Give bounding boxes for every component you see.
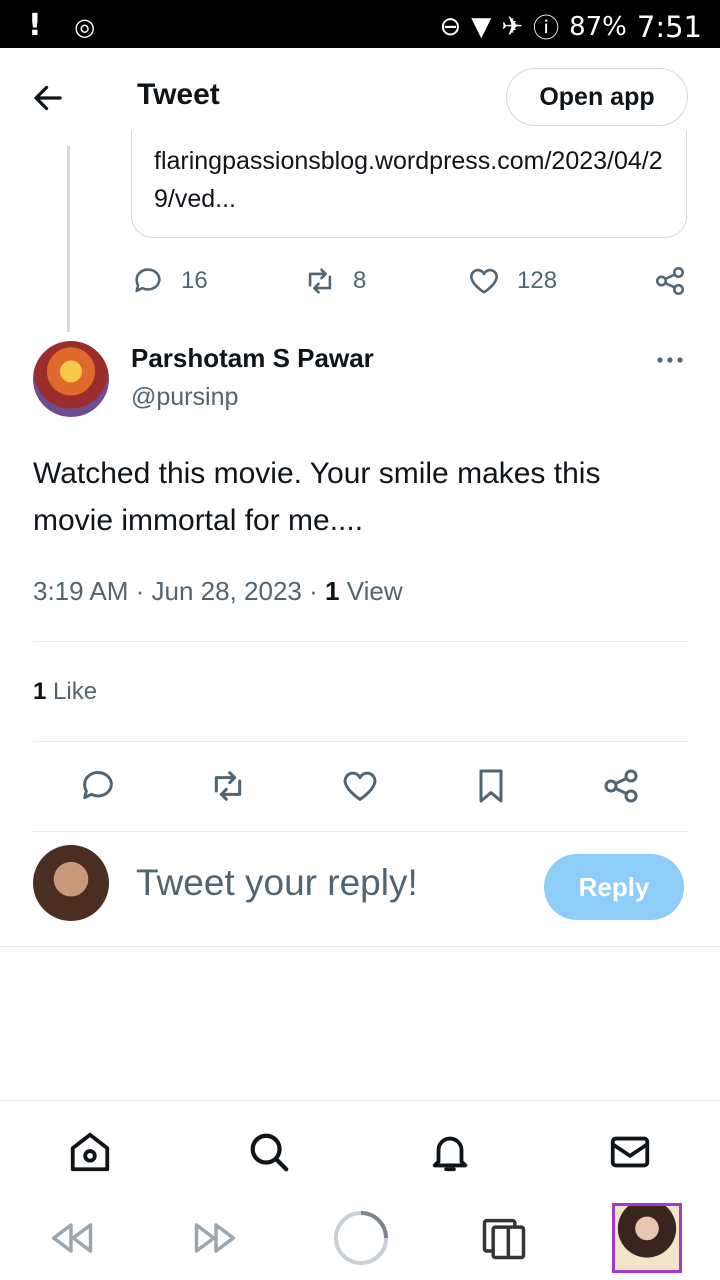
home-icon[interactable] [67, 1129, 113, 1175]
share-icon[interactable] [601, 766, 641, 806]
author-avatar[interactable] [33, 341, 109, 417]
page-title: Tweet [137, 78, 220, 111]
tweet-time[interactable]: 3:19 AM [33, 576, 128, 606]
author-name[interactable]: Parshotam S Pawar [131, 343, 374, 374]
parent-share-action[interactable] [653, 264, 687, 298]
heart-icon[interactable] [340, 766, 380, 806]
heart-icon [470, 268, 498, 294]
current-user-avatar [33, 845, 109, 921]
divider [33, 641, 688, 642]
retweet-icon[interactable] [208, 766, 248, 806]
airplane-icon: ✈ [501, 11, 524, 42]
likes-count: 1 [33, 678, 47, 705]
notification-icon: ! [28, 8, 42, 43]
reply-icon[interactable] [78, 766, 118, 806]
retweet-icon [308, 268, 332, 294]
search-icon[interactable] [246, 1129, 292, 1175]
reply-icon [135, 268, 161, 293]
parent-reply-action[interactable]: 16 [131, 264, 208, 298]
wifi-icon: ▼ [471, 11, 492, 42]
bottom-navigation [0, 1100, 720, 1201]
clock: 7:51 [636, 9, 702, 44]
view-count: 1 [325, 576, 340, 606]
media-icon: ◎ [74, 13, 96, 41]
loading-circle-icon[interactable] [331, 1208, 391, 1268]
browser-toolbar [0, 1200, 720, 1280]
reply-count: 16 [181, 267, 208, 294]
parent-retweet-action[interactable]: 8 [303, 264, 366, 298]
parent-like-action[interactable]: 128 [467, 264, 557, 298]
fast-forward-icon[interactable] [190, 1212, 242, 1264]
messages-icon[interactable] [607, 1129, 653, 1175]
meta-separator: · [135, 576, 152, 606]
tweet-actions-bar [33, 760, 688, 816]
thread-connector-line [67, 146, 70, 332]
open-app-button[interactable]: Open app [506, 68, 688, 126]
battery-saver-icon: ⓘ [533, 14, 560, 44]
back-arrow-icon[interactable] [30, 80, 66, 116]
tweet-text: Watched this movie. Your smile makes thi… [33, 457, 601, 537]
reply-button[interactable]: Reply [544, 854, 684, 920]
status-left-icons: ! ◎ [28, 8, 95, 43]
status-right: ⊖ ▼ ✈ ⓘ 87% 7:51 [439, 8, 702, 45]
link-preview-url: flaringpassionsblog.wordpress.com/2023/0… [154, 147, 663, 213]
like-count: 128 [517, 267, 558, 294]
retweet-count: 8 [353, 267, 367, 294]
dnd-icon: ⊖ [439, 11, 462, 42]
profile-thumbnail[interactable] [612, 1203, 682, 1273]
divider [33, 831, 688, 832]
divider [33, 741, 688, 742]
likes-label: Like [53, 678, 98, 705]
bookmark-icon[interactable] [471, 766, 511, 806]
share-icon [655, 266, 685, 296]
notifications-bell-icon[interactable] [427, 1129, 473, 1175]
tweet-metadata: 3:19 AM · Jun 28, 2023 · 1 View [33, 576, 403, 607]
reply-input[interactable]: Tweet your reply! [136, 862, 418, 904]
author-handle[interactable]: @pursinp [131, 383, 238, 412]
rewind-icon[interactable] [45, 1212, 97, 1264]
link-preview-card[interactable]: flaringpassionsblog.wordpress.com/2023/0… [131, 130, 687, 238]
battery-percent: 87% [569, 11, 627, 42]
tabs-icon[interactable] [478, 1212, 530, 1264]
view-label: View [346, 576, 403, 606]
meta-separator: · [309, 576, 326, 606]
tweet-date[interactable]: Jun 28, 2023 [152, 576, 302, 606]
divider [0, 946, 720, 947]
likes-summary[interactable]: 1 Like [33, 678, 97, 706]
status-bar: ! ◎ ⊖ ▼ ✈ ⓘ 87% 7:51 [0, 0, 720, 48]
more-options-icon[interactable] [655, 348, 685, 372]
